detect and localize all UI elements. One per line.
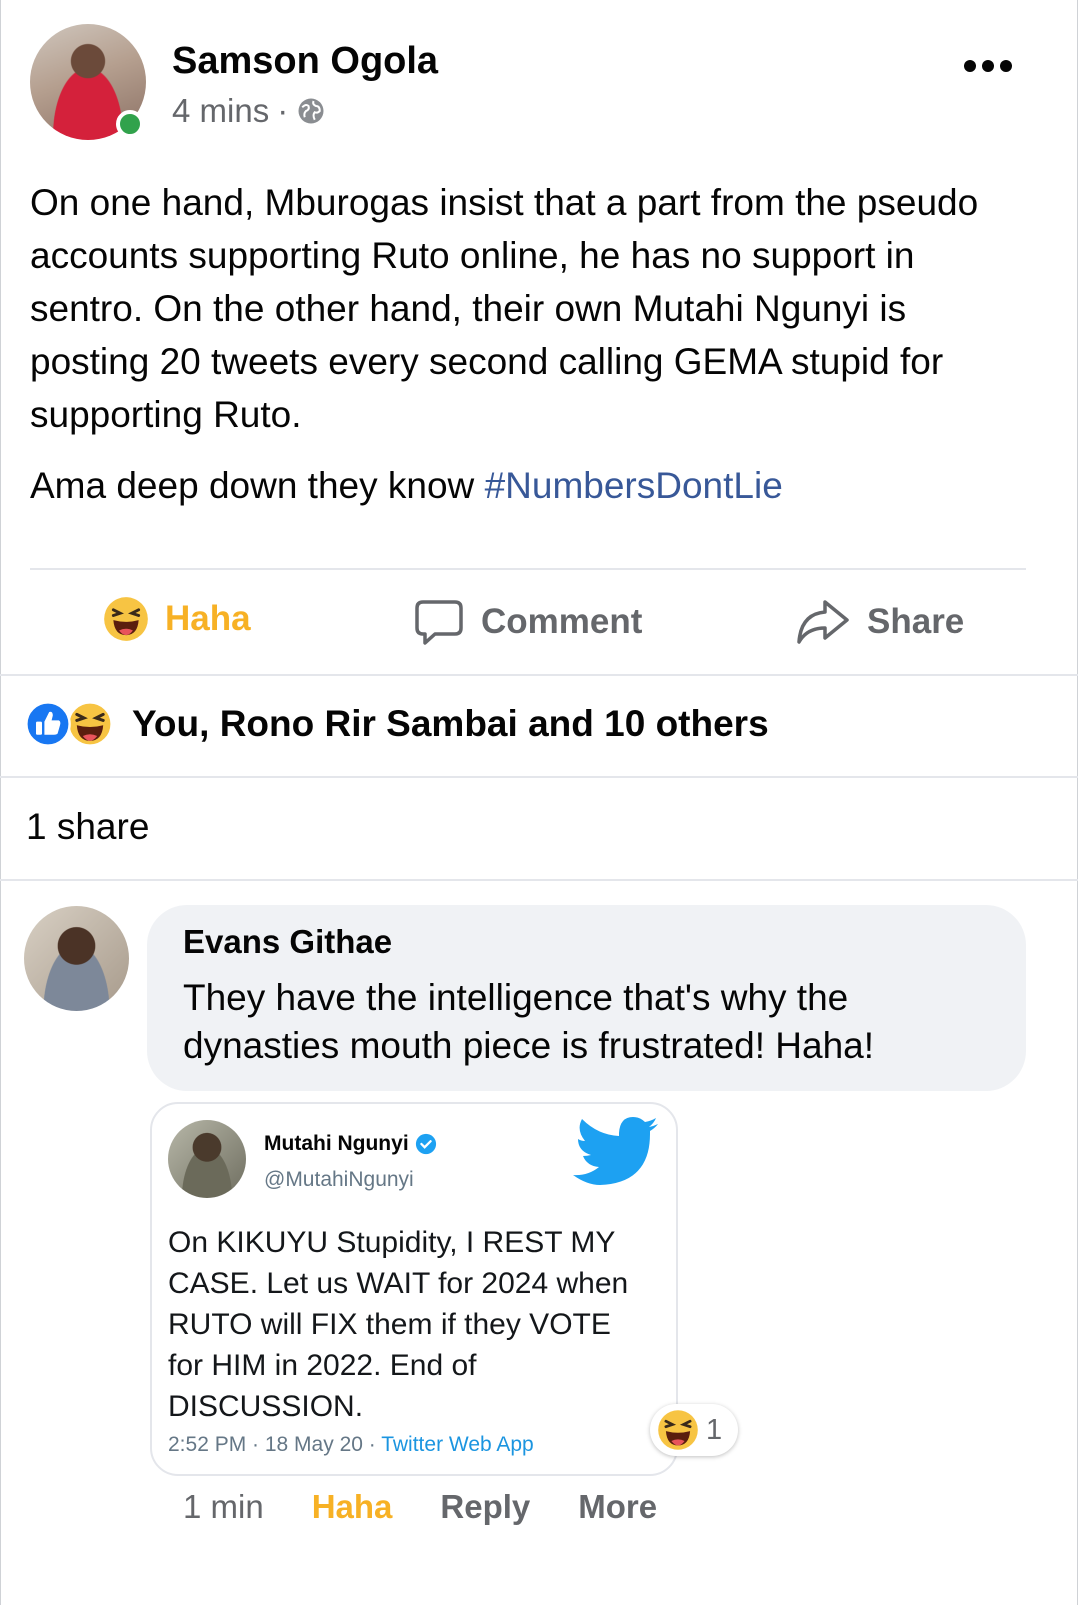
share-label: Share: [867, 602, 965, 641]
like-reaction-icon: [25, 701, 71, 747]
comment-reaction-count: 1: [706, 1413, 723, 1446]
haha-button[interactable]: Haha: [103, 596, 251, 642]
tweet-time: 2:52 PM · 18 May 20 ·: [168, 1433, 382, 1456]
haha-label: Haha: [165, 599, 251, 638]
verified-badge-icon: [415, 1133, 436, 1155]
comment-text: They have the intelligence that's why th…: [183, 977, 875, 1066]
twitter-bird-icon: [573, 1117, 658, 1185]
commenter-name[interactable]: Evans Githae: [183, 923, 392, 961]
tweet-author: Mutahi Ngunyi: [264, 1132, 437, 1156]
comment-label: Comment: [481, 602, 643, 641]
reactions-summary-text: You, Rono Rir Sambai and 10 others: [132, 703, 769, 744]
tweet-handle: @MutahiNgunyi: [264, 1168, 414, 1191]
comment-haha-button[interactable]: Haha: [312, 1488, 393, 1526]
online-status-dot: [116, 110, 144, 138]
divider: [0, 674, 1078, 676]
tweet-text: On KIKUYU Stupidity, I REST MY CASE. Let…: [168, 1226, 629, 1423]
divider: [30, 568, 1026, 570]
haha-emoji-icon: [104, 597, 148, 641]
divider: [0, 776, 1078, 778]
hashtag-link[interactable]: #NumbersDontLie: [485, 465, 783, 506]
comment-time[interactable]: 1 min: [183, 1488, 264, 1526]
post-text: On one hand, Mburogas insist that a part…: [30, 176, 1030, 512]
tweet-source: Twitter Web App: [381, 1433, 534, 1456]
share-count[interactable]: 1 share: [26, 806, 149, 848]
comment-button[interactable]: Comment: [413, 596, 642, 648]
comment-icon: [415, 600, 463, 645]
post-paragraph-2-text: Ama deep down they know: [30, 465, 485, 506]
meta-separator: ·: [277, 92, 289, 129]
globe-icon: [298, 98, 324, 124]
post-paragraph-2: Ama deep down they know #NumbersDontLie: [30, 459, 1030, 512]
post-meta: 4 mins ·: [172, 92, 326, 130]
comment-actions: 1 min Haha Reply More: [183, 1488, 657, 1526]
comment-reaction-chip[interactable]: 1: [650, 1404, 738, 1456]
comment-more-button[interactable]: More: [578, 1488, 657, 1526]
commenter-avatar[interactable]: [24, 906, 129, 1011]
divider: [0, 879, 1078, 881]
tweet-author-avatar: [168, 1120, 246, 1198]
author-name[interactable]: Samson Ogola: [172, 40, 438, 83]
tweet-author-name: Mutahi Ngunyi: [264, 1132, 409, 1155]
share-icon: [797, 600, 849, 644]
share-button[interactable]: Share: [795, 596, 964, 648]
post-time[interactable]: 4 mins: [172, 92, 269, 130]
post-paragraph-1: On one hand, Mburogas insist that a part…: [30, 182, 979, 435]
tweet-footer: 2:52 PM · 18 May 20 · Twitter Web App: [168, 1433, 534, 1457]
comment-reply-button[interactable]: Reply: [440, 1488, 530, 1526]
more-options-icon[interactable]: [964, 60, 1012, 72]
reactions-summary[interactable]: You, Rono Rir Sambai and 10 others: [24, 700, 769, 748]
haha-reaction-icon: [658, 1410, 698, 1450]
haha-reaction-icon: [67, 701, 113, 747]
